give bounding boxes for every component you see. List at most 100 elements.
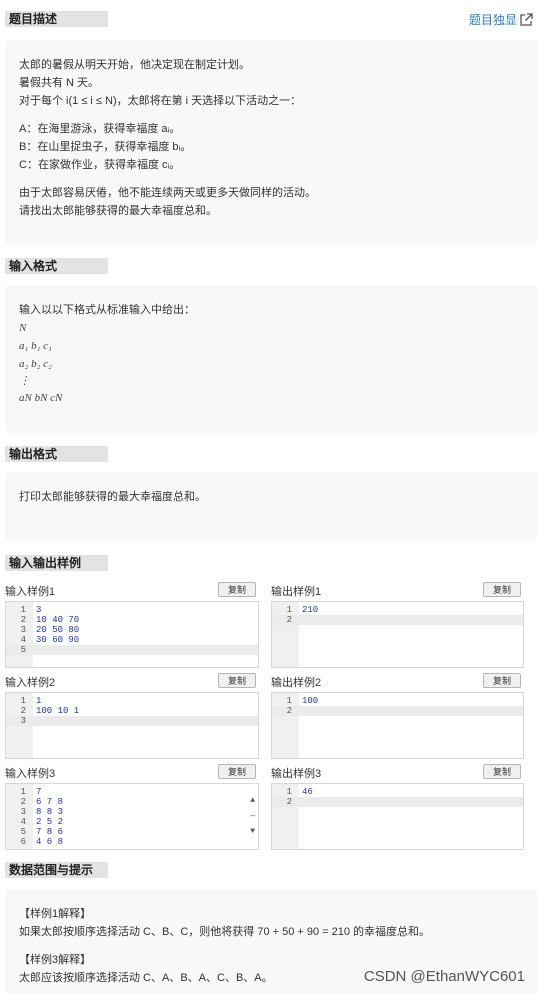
problem-description-title: 题目描述 — [5, 11, 108, 27]
sample-output-2-editor[interactable]: 1 100 2 — [271, 692, 524, 759]
samples-title: 输入输出样例 — [5, 555, 108, 571]
hint-sample1-heading: 【样例1解释】 — [19, 908, 92, 920]
hint-sample1-text: 如果太郎按顺序选择活动 C、B、C，则他将获得 70 + 50 + 90 = 2… — [19, 926, 431, 938]
standalone-view-link[interactable]: 题目独显 — [469, 11, 533, 28]
code-text: 100 — [302, 696, 319, 706]
code-text: 30 60 90 — [36, 635, 80, 645]
code-line: 13 — [6, 605, 258, 615]
code-text: 100 10 1 — [36, 706, 80, 716]
code-line: 3 20 50 80 — [6, 625, 258, 635]
code-line: 2 100 10 1 — [6, 706, 258, 716]
line-number: 1 — [20, 605, 26, 615]
copy-sample-input-1-button[interactable]: 复制 — [218, 582, 256, 597]
code-text: 210 — [302, 605, 319, 615]
input-format-box: 输入以以下格式从标准输入中给出： N a₁ b₁ c₁ a₂ b₂ c₂ ⋮ a… — [5, 285, 537, 433]
code-line: 3 — [6, 716, 258, 726]
code-text: 2 5 2 — [36, 817, 64, 827]
code-line: 2 — [272, 706, 523, 716]
code-text: 4 6 8 — [36, 837, 64, 847]
sample-output-3-editor[interactable]: 1 46 2 — [271, 783, 524, 850]
code-line: 6 4 6 8 — [6, 837, 258, 847]
code-line: 4 2 5 2 — [6, 817, 258, 827]
line-number: 3 — [20, 807, 26, 817]
option-b: B：在山里捉虫子，获得幸福度 bᵢ。 — [19, 141, 192, 153]
code-line: 2 10 40 70 — [6, 615, 258, 625]
line-number: 1 — [286, 696, 292, 706]
code-text: 8 8 3 — [36, 807, 64, 817]
code-line: 2 6 7 8 — [6, 797, 258, 807]
code-line: 4 30 60 90 — [6, 635, 258, 645]
input-format-ellipsis: ⋮ — [19, 375, 30, 387]
option-a: A：在海里游泳，获得幸福度 aᵢ。 — [19, 123, 181, 135]
line-number: 2 — [20, 797, 26, 807]
input-format-title: 输入格式 — [5, 258, 108, 274]
line-number: 5 — [20, 645, 26, 655]
copy-sample-input-3-button[interactable]: 复制 — [218, 764, 256, 779]
hints-title: 数据范围与提示 — [5, 862, 108, 878]
input-format-intro: 输入以以下格式从标准输入中给出： — [19, 304, 195, 316]
input-format-n: N — [19, 322, 27, 334]
sample-output-2-label: 输出样例2 — [271, 677, 322, 689]
input-format-row-1: a₁ b₁ c₁ — [19, 340, 52, 352]
code-line: 2 — [272, 615, 523, 625]
line-number: 3 — [20, 716, 26, 726]
code-text: 1 — [36, 696, 42, 706]
line-number: 1 — [20, 787, 26, 797]
desc-line-7: 由于太郎容易厌倦，他不能连续两天或更多天做同样的活动。 — [19, 187, 316, 199]
csdn-watermark: CSDN @EthanWYC601 — [363, 968, 525, 985]
code-text: 6 7 8 — [36, 797, 64, 807]
code-text: 3 — [36, 605, 42, 615]
code-line: 1 46 — [272, 787, 523, 797]
line-number: 2 — [286, 615, 292, 625]
sample-output-3-label: 输出样例3 — [271, 768, 322, 780]
code-line: 2 — [272, 797, 523, 807]
input-format-row-2: a₂ b₂ c₂ — [19, 358, 52, 370]
sample-input-2-label: 输入样例2 — [5, 677, 56, 689]
sample-input-3-editor[interactable]: ▲ — ▼ 1726 7 838 8 342 5 257 8 664 6 8 — [5, 783, 259, 850]
line-number: 2 — [286, 706, 292, 716]
sample-input-1-label: 输入样例1 — [5, 586, 56, 598]
desc-line-1: 太郎的暑假从明天开始，他决定现在制定计划。 — [19, 59, 250, 71]
copy-sample-output-1-button[interactable]: 复制 — [483, 582, 521, 597]
external-link-icon — [520, 12, 533, 26]
output-format-title: 输出格式 — [5, 446, 108, 462]
desc-line-3: 对于每个 i(1 ≤ i ≤ N)，太郎将在第 i 天选择以下活动之一： — [19, 95, 302, 107]
line-number: 1 — [286, 605, 292, 615]
code-line: 3 8 8 3 — [6, 807, 258, 817]
output-format-box: 打印太郎能够获得的最大幸福度总和。 — [5, 472, 537, 540]
line-number: 4 — [20, 635, 26, 645]
sample-input-1-editor[interactable]: 1 3 2 10 40 70 3 20 50 80 4 30 60 90 5 — [5, 601, 259, 668]
line-number: 1 — [286, 787, 292, 797]
standalone-view-label: 题目独显 — [468, 13, 517, 27]
sample-output-1-editor[interactable]: 1 210 2 — [271, 601, 524, 668]
code-line: 17 — [6, 787, 258, 797]
code-line: 5 — [6, 645, 258, 655]
desc-line-8: 请找出太郎能够获得的最大幸福度总和。 — [19, 205, 217, 217]
line-number: 4 — [20, 817, 26, 827]
line-number: 6 — [20, 837, 26, 847]
sample-input-2-editor[interactable]: 1 1 2 100 10 1 3 — [5, 692, 259, 759]
code-text: 7 8 6 — [36, 827, 64, 837]
line-number: 5 — [20, 827, 26, 837]
code-line: 11 — [6, 696, 258, 706]
problem-description-box: 太郎的暑假从明天开始，他决定现在制定计划。 暑假共有 N 天。 对于每个 i(1… — [5, 40, 537, 244]
code-text: 7 — [36, 787, 42, 797]
option-c: C：在家做作业，获得幸福度 cᵢ。 — [19, 159, 181, 171]
input-format-row-n: aN bN cN — [19, 392, 63, 404]
line-number: 1 — [20, 696, 26, 706]
sample-input-3-label: 输入样例3 — [5, 768, 56, 780]
line-number: 2 — [20, 706, 26, 716]
copy-sample-input-2-button[interactable]: 复制 — [218, 673, 256, 688]
line-number: 2 — [286, 797, 292, 807]
copy-sample-output-2-button[interactable]: 复制 — [483, 673, 521, 688]
code-line: 1 100 — [272, 696, 523, 706]
copy-sample-output-3-button[interactable]: 复制 — [483, 764, 521, 779]
line-number: 3 — [20, 625, 26, 635]
code-text: 46 — [302, 787, 313, 797]
sample-output-1-label: 输出样例1 — [271, 586, 322, 598]
output-format-line: 打印太郎能够获得的最大幸福度总和。 — [19, 491, 206, 503]
code-line: 5 7 8 6 — [6, 827, 258, 837]
code-text: 10 40 70 — [36, 615, 80, 625]
code-line: 1 210 — [272, 605, 523, 615]
hint-sample3-heading: 【样例3解释】 — [19, 954, 92, 966]
